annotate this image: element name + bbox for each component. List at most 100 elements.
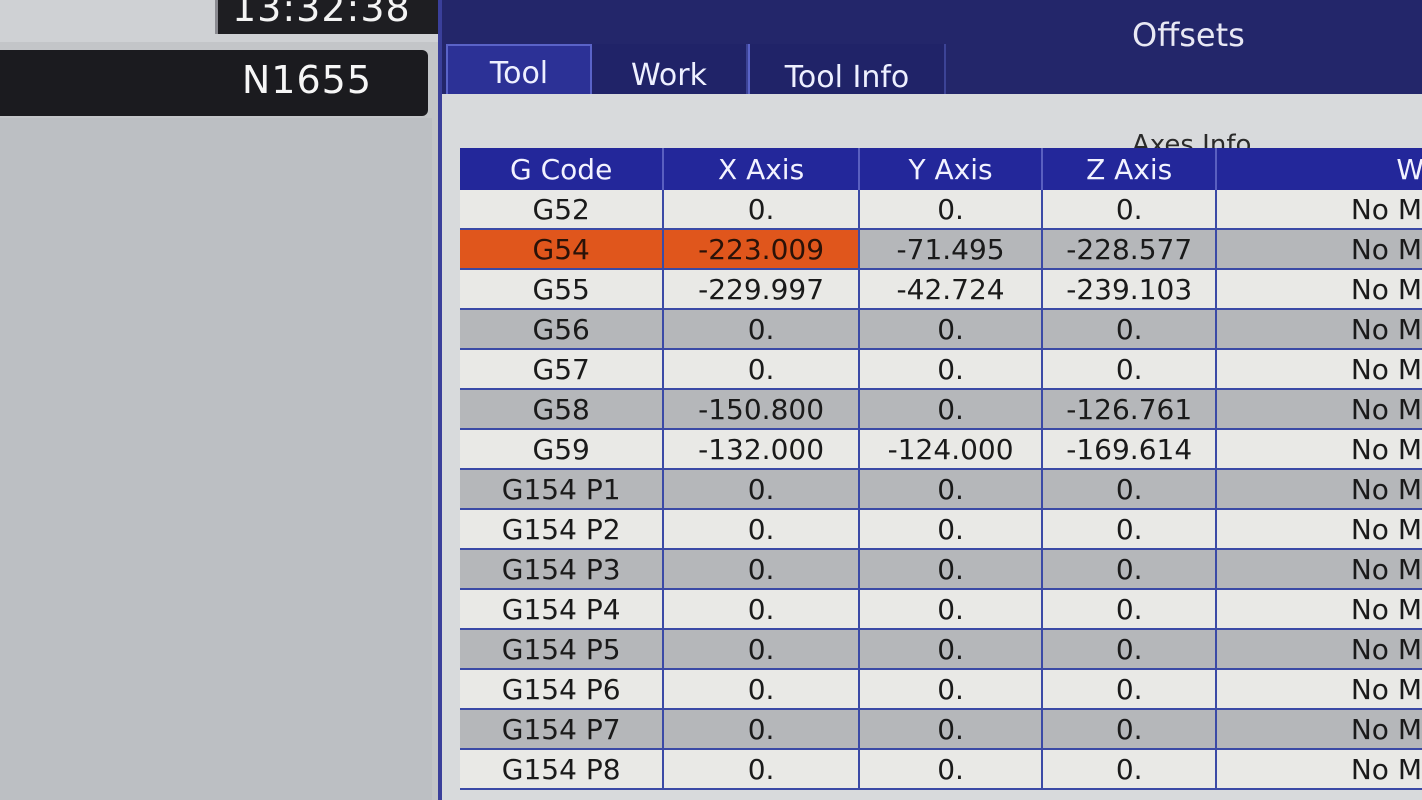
y-axis-cell[interactable]: 0. (858, 709, 1044, 750)
g-code-cell[interactable]: G154 P1 (460, 469, 665, 510)
z-axis-cell[interactable]: 0. (1042, 469, 1218, 510)
x-axis-cell[interactable]: 0. (663, 749, 860, 790)
w-axis-cell[interactable]: No M (1216, 669, 1422, 710)
z-axis-cell[interactable]: 0. (1042, 709, 1218, 750)
y-axis-cell[interactable]: 0. (858, 389, 1044, 430)
x-axis-cell[interactable]: -150.800 (663, 389, 860, 430)
z-axis-cell[interactable]: 0. (1042, 549, 1218, 590)
y-axis-cell[interactable]: -42.724 (858, 269, 1044, 310)
z-axis-cell[interactable]: 0. (1042, 349, 1218, 390)
x-axis-cell[interactable]: 0. (663, 709, 860, 750)
w-axis-cell[interactable]: No M (1216, 190, 1422, 230)
x-axis-cell[interactable]: -223.009 (663, 229, 860, 270)
table-row[interactable]: G57 0. 0. 0. No M (460, 349, 1422, 390)
x-axis-cell[interactable]: -229.997 (663, 269, 860, 310)
w-axis-cell[interactable]: No M (1216, 389, 1422, 430)
z-axis-cell[interactable]: 0. (1042, 509, 1218, 550)
table-row[interactable]: G52 0. 0. 0. No M (460, 190, 1422, 230)
z-axis-cell[interactable]: 0. (1042, 629, 1218, 670)
tab-work[interactable]: Work (592, 44, 748, 96)
tab-bar: Tool Work Tool Info (442, 44, 1422, 96)
table-row[interactable]: G58 -150.800 0. -126.761 No M (460, 389, 1422, 430)
column-header-y-axis[interactable]: Y Axis (858, 148, 1044, 190)
table-row[interactable]: G154 P5 0. 0. 0. No M (460, 629, 1422, 670)
x-axis-cell[interactable]: 0. (663, 549, 860, 590)
g-code-cell[interactable]: G154 P6 (460, 669, 665, 710)
g-code-cell[interactable]: G54 (460, 229, 665, 270)
w-axis-cell[interactable]: No M (1216, 429, 1422, 470)
x-axis-cell[interactable]: 0. (663, 589, 860, 630)
column-header-z-axis[interactable]: Z Axis (1042, 148, 1218, 190)
w-axis-cell[interactable]: No M (1216, 589, 1422, 630)
left-panel: 13:32:38 N1655 (0, 0, 441, 800)
x-axis-cell[interactable]: 0. (663, 309, 860, 350)
w-axis-cell[interactable]: No M (1216, 509, 1422, 550)
w-axis-cell[interactable]: No M (1216, 229, 1422, 270)
w-axis-cell[interactable]: No M (1216, 549, 1422, 590)
z-axis-cell[interactable]: -126.761 (1042, 389, 1218, 430)
table-row[interactable]: G154 P6 0. 0. 0. No M (460, 669, 1422, 710)
x-axis-cell[interactable]: 0. (663, 629, 860, 670)
tab-tool[interactable]: Tool (446, 44, 592, 96)
table-row[interactable]: G59 -132.000 -124.000 -169.614 No M (460, 429, 1422, 470)
w-axis-cell[interactable]: No M (1216, 349, 1422, 390)
y-axis-cell[interactable]: -124.000 (858, 429, 1044, 470)
y-axis-cell[interactable]: 0. (858, 509, 1044, 550)
y-axis-cell[interactable]: 0. (858, 549, 1044, 590)
table-row[interactable]: G56 0. 0. 0. No M (460, 309, 1422, 350)
w-axis-cell[interactable]: No M (1216, 629, 1422, 670)
y-axis-cell[interactable]: 0. (858, 589, 1044, 630)
y-axis-cell[interactable]: 0. (858, 309, 1044, 350)
table-row[interactable]: G154 P4 0. 0. 0. No M (460, 589, 1422, 630)
x-axis-cell[interactable]: 0. (663, 349, 860, 390)
z-axis-cell[interactable]: 0. (1042, 669, 1218, 710)
z-axis-cell[interactable]: 0. (1042, 749, 1218, 790)
g-code-cell[interactable]: G154 P7 (460, 709, 665, 750)
table-row[interactable]: G154 P3 0. 0. 0. No M (460, 549, 1422, 590)
g-code-cell[interactable]: G52 (460, 190, 665, 230)
g-code-cell[interactable]: G59 (460, 429, 665, 470)
y-axis-cell[interactable]: 0. (858, 469, 1044, 510)
z-axis-cell[interactable]: 0. (1042, 309, 1218, 350)
w-axis-cell[interactable]: No M (1216, 309, 1422, 350)
table-row[interactable]: G154 P2 0. 0. 0. No M (460, 509, 1422, 550)
g-code-cell[interactable]: G57 (460, 349, 665, 390)
table-row[interactable]: G55 -229.997 -42.724 -239.103 No M (460, 269, 1422, 310)
w-axis-cell[interactable]: No M (1216, 469, 1422, 510)
tab-tool-info[interactable]: Tool Info (748, 44, 946, 96)
table-row[interactable]: G154 P7 0. 0. 0. No M (460, 709, 1422, 750)
table-row[interactable]: G154 P1 0. 0. 0. No M (460, 469, 1422, 510)
g-code-cell[interactable]: G154 P2 (460, 509, 665, 550)
table-row[interactable]: G154 P8 0. 0. 0. No M (460, 749, 1422, 790)
x-axis-cell[interactable]: -132.000 (663, 429, 860, 470)
z-axis-cell[interactable]: -239.103 (1042, 269, 1218, 310)
x-axis-cell[interactable]: 0. (663, 190, 860, 230)
z-axis-cell[interactable]: -228.577 (1042, 229, 1218, 270)
g-code-cell[interactable]: G55 (460, 269, 665, 310)
g-code-cell[interactable]: G56 (460, 309, 665, 350)
x-axis-cell[interactable]: 0. (663, 669, 860, 710)
y-axis-cell[interactable]: 0. (858, 669, 1044, 710)
w-axis-cell[interactable]: No M (1216, 709, 1422, 750)
g-code-cell[interactable]: G154 P3 (460, 549, 665, 590)
z-axis-cell[interactable]: 0. (1042, 190, 1218, 230)
z-axis-cell[interactable]: -169.614 (1042, 429, 1218, 470)
z-axis-cell[interactable]: 0. (1042, 589, 1218, 630)
w-axis-cell[interactable]: No M (1216, 269, 1422, 310)
w-axis-cell[interactable]: No M (1216, 749, 1422, 790)
y-axis-cell[interactable]: -71.495 (858, 229, 1044, 270)
g-code-cell[interactable]: G154 P5 (460, 629, 665, 670)
x-axis-cell[interactable]: 0. (663, 469, 860, 510)
column-header-g-code[interactable]: G Code (460, 148, 665, 190)
g-code-cell[interactable]: G154 P4 (460, 589, 665, 630)
y-axis-cell[interactable]: 0. (858, 190, 1044, 230)
column-header-w[interactable]: W (1216, 148, 1422, 190)
y-axis-cell[interactable]: 0. (858, 349, 1044, 390)
table-row[interactable]: G54 -223.009 -71.495 -228.577 No M (460, 229, 1422, 270)
y-axis-cell[interactable]: 0. (858, 749, 1044, 790)
g-code-cell[interactable]: G154 P8 (460, 749, 665, 790)
g-code-cell[interactable]: G58 (460, 389, 665, 430)
x-axis-cell[interactable]: 0. (663, 509, 860, 550)
column-header-x-axis[interactable]: X Axis (663, 148, 860, 190)
y-axis-cell[interactable]: 0. (858, 629, 1044, 670)
